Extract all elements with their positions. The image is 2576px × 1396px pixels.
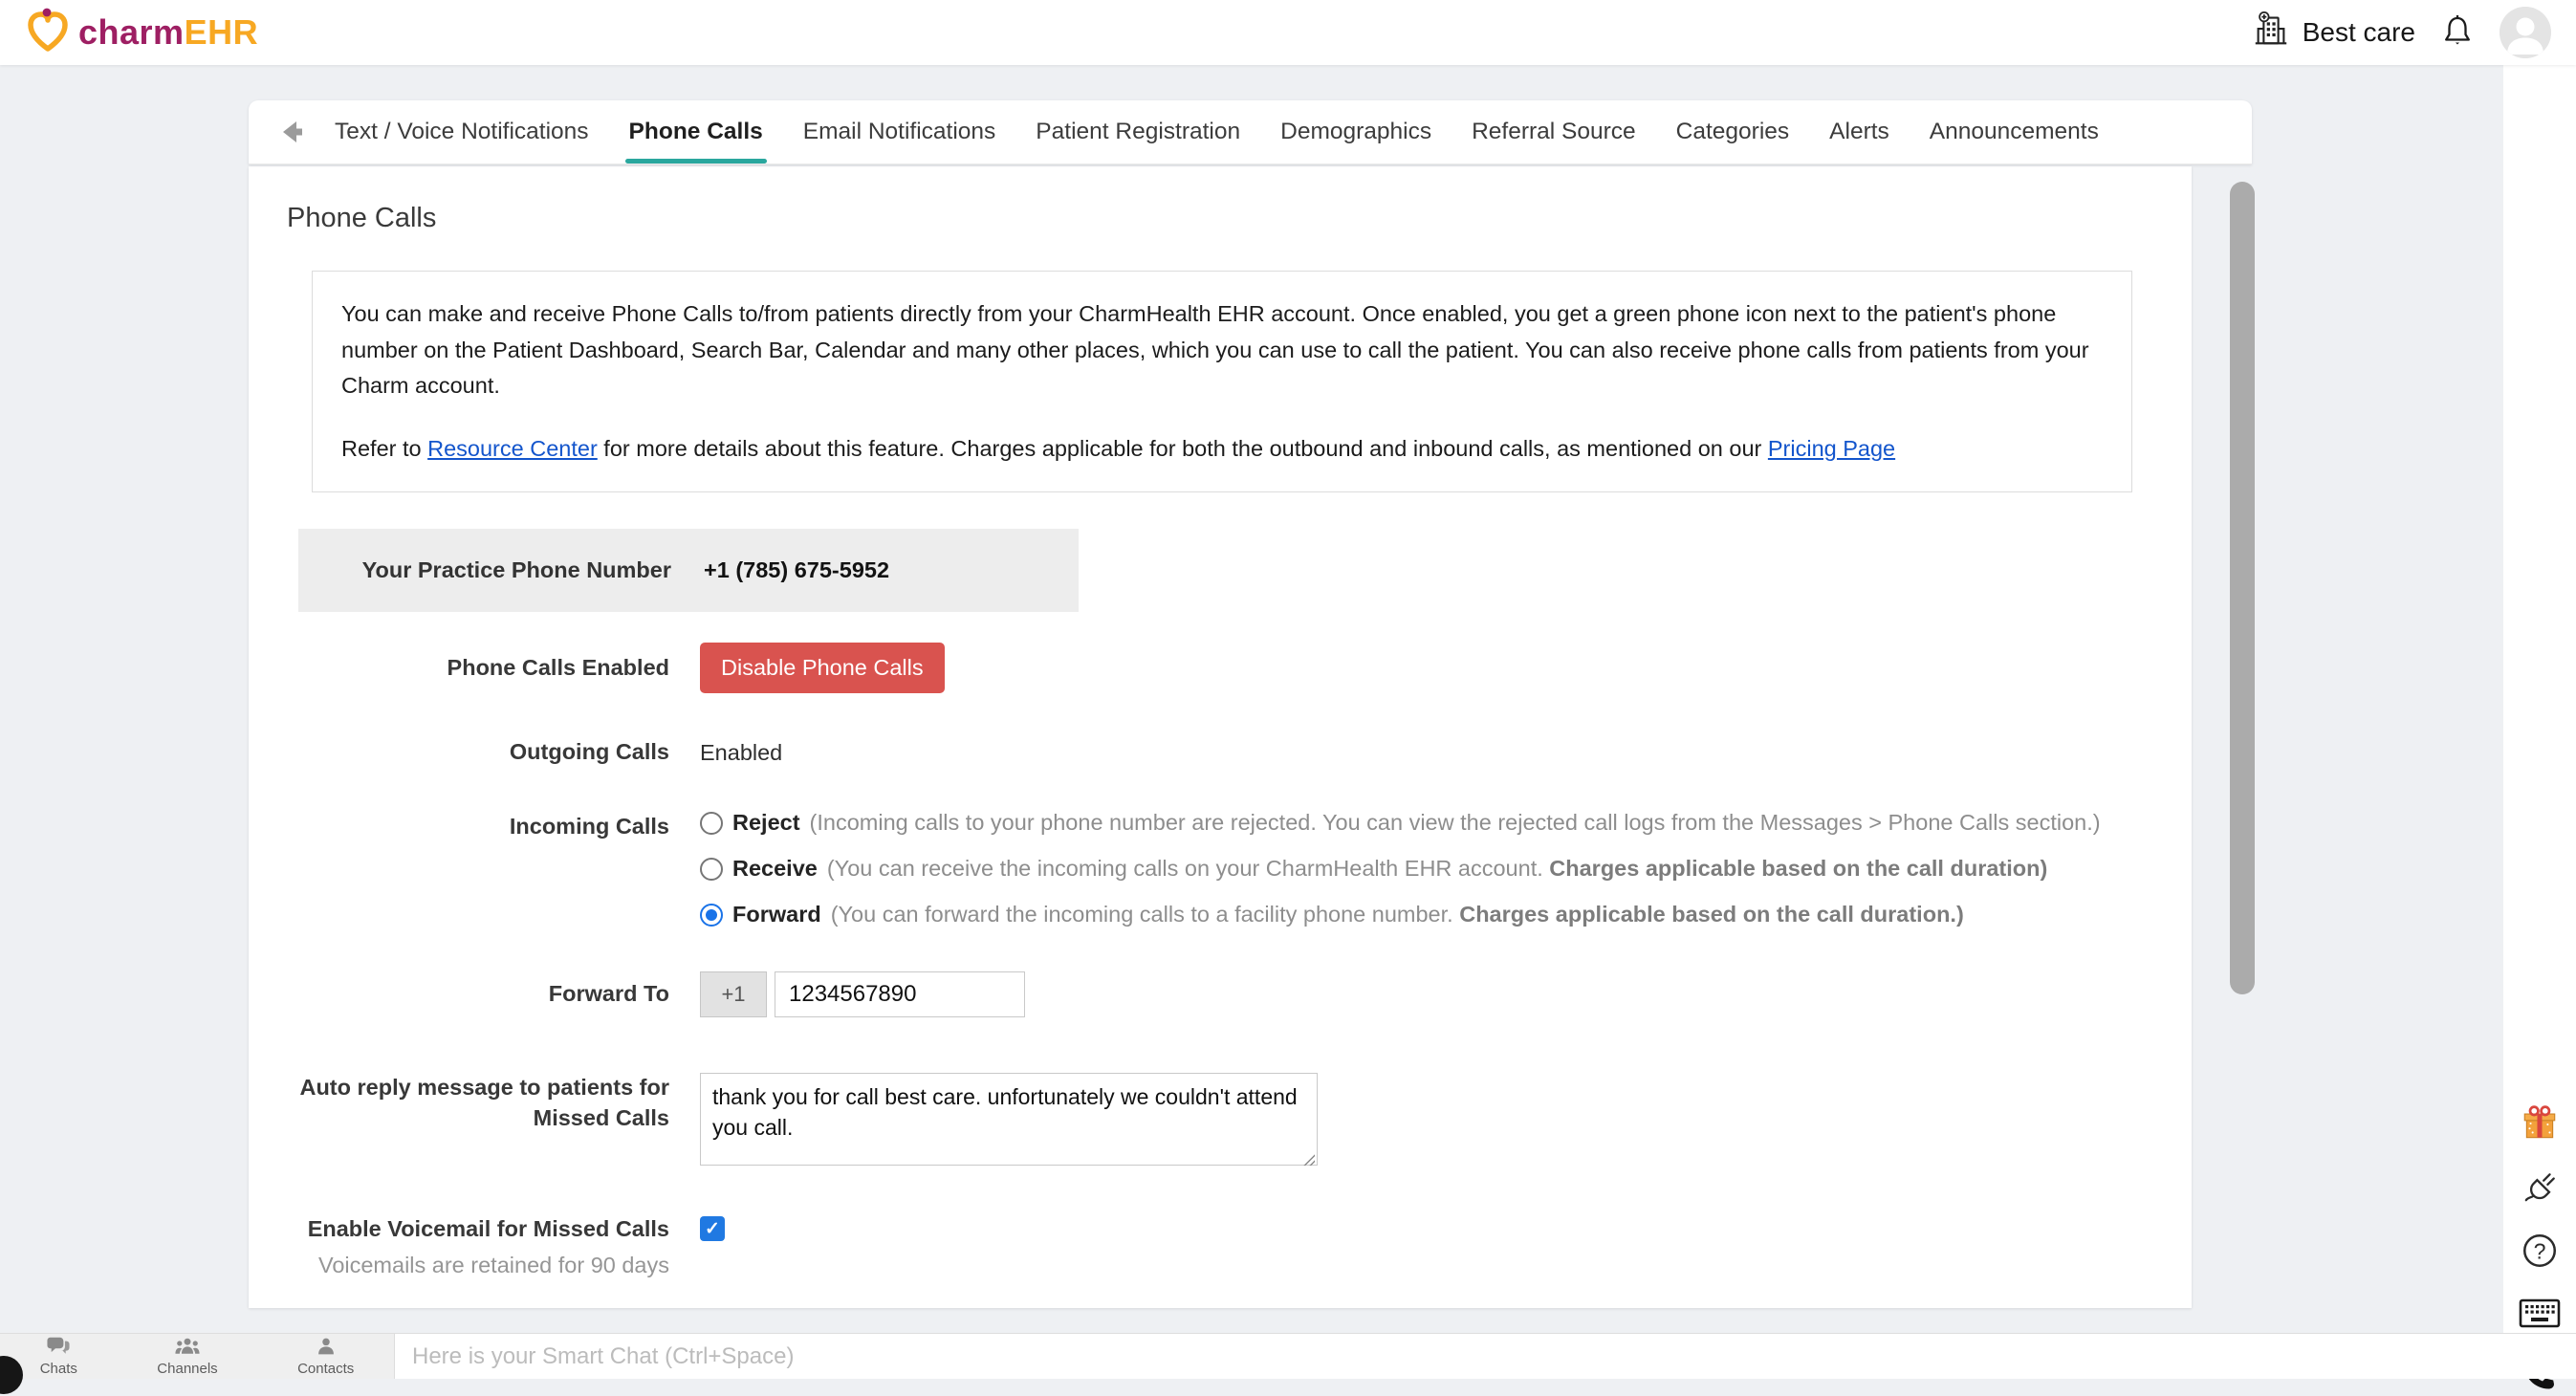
resource-center-link[interactable]: Resource Center bbox=[427, 436, 598, 461]
voicemail-missed-calls-label: Enable Voicemail for Missed Calls Voicem… bbox=[249, 1214, 669, 1280]
svg-text:?: ? bbox=[2534, 1238, 2546, 1263]
country-code-box: +1 bbox=[700, 971, 767, 1017]
brand-text: charmEHR bbox=[78, 12, 258, 53]
disable-phone-calls-button[interactable]: Disable Phone Calls bbox=[700, 643, 945, 693]
incoming-calls-row: Incoming Calls Reject (Incoming calls to… bbox=[249, 810, 2192, 927]
page-body: Text / Voice Notifications Phone Calls E… bbox=[0, 65, 2576, 1379]
receive-radio[interactable] bbox=[700, 858, 723, 881]
feature-description-box: You can make and receive Phone Calls to/… bbox=[312, 271, 2132, 492]
incoming-option-reject: Reject (Incoming calls to your phone num… bbox=[700, 810, 2101, 836]
practice-phone-label: Your Practice Phone Number bbox=[298, 557, 671, 583]
forward-to-label: Forward To bbox=[249, 979, 669, 1010]
tab-referral-source[interactable]: Referral Source bbox=[1472, 100, 1636, 164]
app-root: charmEHR bbox=[0, 0, 2576, 1379]
smart-chat-input[interactable] bbox=[410, 1342, 2231, 1371]
smart-chat-input-area bbox=[395, 1334, 2576, 1379]
keyboard-icon[interactable] bbox=[2519, 1293, 2561, 1335]
tab-email-notifications[interactable]: Email Notifications bbox=[803, 100, 996, 164]
auto-reply-row: Auto reply message to patients for Misse… bbox=[249, 1073, 2192, 1170]
reject-radio[interactable] bbox=[700, 812, 723, 835]
contacts-icon bbox=[317, 1337, 336, 1360]
channels-icon bbox=[175, 1337, 200, 1360]
help-icon[interactable]: ? bbox=[2519, 1230, 2561, 1272]
tab-alerts[interactable]: Alerts bbox=[1829, 100, 1889, 164]
tabs-list: Text / Voice Notifications Phone Calls E… bbox=[335, 100, 2099, 164]
user-avatar[interactable] bbox=[2500, 7, 2551, 58]
incoming-option-receive: Receive (You can receive the incoming ca… bbox=[700, 856, 2101, 882]
phone-calls-enabled-row: Phone Calls Enabled Disable Phone Calls bbox=[249, 643, 2192, 693]
tab-demographics[interactable]: Demographics bbox=[1280, 100, 1431, 164]
smart-chat-bar: Chats Channels bbox=[0, 1333, 2576, 1379]
contacts-button[interactable]: Contacts bbox=[297, 1337, 354, 1376]
forward-to-input[interactable] bbox=[775, 971, 1025, 1017]
forward-radio[interactable] bbox=[700, 904, 723, 927]
practice-name: Best care bbox=[2303, 17, 2415, 48]
notifications-bell-icon[interactable] bbox=[2440, 12, 2475, 54]
feature-description-text: You can make and receive Phone Calls to/… bbox=[341, 296, 2103, 404]
page-title: Phone Calls bbox=[287, 203, 2192, 234]
voicemail-missed-calls-checkbox[interactable] bbox=[700, 1216, 725, 1241]
outgoing-calls-row: Outgoing Calls Enabled bbox=[249, 737, 2192, 768]
outgoing-calls-value: Enabled bbox=[700, 740, 782, 766]
tab-announcements[interactable]: Announcements bbox=[1930, 100, 2099, 164]
tab-phone-calls[interactable]: Phone Calls bbox=[629, 100, 763, 164]
scrollbar-thumb[interactable] bbox=[2230, 182, 2255, 994]
charmehr-logo[interactable]: charmEHR bbox=[25, 8, 258, 58]
back-arrow-icon[interactable] bbox=[270, 110, 314, 154]
incoming-calls-label: Incoming Calls bbox=[249, 810, 669, 842]
practice-selector[interactable]: Best care bbox=[2251, 10, 2415, 56]
plug-icon[interactable] bbox=[2519, 1167, 2561, 1209]
voicemail-missed-calls-row: Enable Voicemail for Missed Calls Voicem… bbox=[249, 1214, 2192, 1280]
phone-calls-panel: Phone Calls You can make and receive Pho… bbox=[249, 166, 2192, 1308]
phone-calls-enabled-label: Phone Calls Enabled bbox=[249, 653, 669, 684]
forward-to-row: Forward To +1 bbox=[249, 971, 2192, 1017]
incoming-calls-options: Reject (Incoming calls to your phone num… bbox=[700, 810, 2101, 927]
practice-phone-row: Your Practice Phone Number +1 (785) 675-… bbox=[298, 529, 1079, 612]
incoming-option-forward: Forward (You can forward the incoming ca… bbox=[700, 902, 2101, 927]
voicemail-retention-hint: Voicemails are retained for 90 days bbox=[249, 1251, 669, 1281]
gift-icon[interactable] bbox=[2519, 1102, 2561, 1145]
settings-tab-bar: Text / Voice Notifications Phone Calls E… bbox=[249, 100, 2252, 164]
right-utility-rail: ? bbox=[2503, 65, 2576, 1379]
chats-button[interactable]: Chats bbox=[40, 1337, 77, 1376]
chats-icon bbox=[47, 1337, 70, 1360]
tab-categories[interactable]: Categories bbox=[1676, 100, 1789, 164]
tab-patient-registration[interactable]: Patient Registration bbox=[1036, 100, 1240, 164]
tab-text-voice-notifications[interactable]: Text / Voice Notifications bbox=[335, 100, 589, 164]
top-header: charmEHR bbox=[0, 0, 2576, 65]
outgoing-calls-label: Outgoing Calls bbox=[249, 737, 669, 768]
pricing-page-link[interactable]: Pricing Page bbox=[1768, 436, 1895, 461]
practice-phone-value: +1 (785) 675-5952 bbox=[704, 557, 889, 583]
heart-logo-icon bbox=[25, 8, 71, 58]
hospital-icon bbox=[2251, 10, 2291, 56]
auto-reply-label: Auto reply message to patients for Misse… bbox=[249, 1073, 669, 1133]
channels-button[interactable]: Channels bbox=[157, 1337, 217, 1376]
auto-reply-textarea[interactable]: thank you for call best care. unfortunat… bbox=[700, 1073, 1318, 1166]
feature-links-text: Refer to Resource Center for more detail… bbox=[341, 431, 2103, 468]
chat-nav-group: Chats Channels bbox=[0, 1334, 395, 1379]
